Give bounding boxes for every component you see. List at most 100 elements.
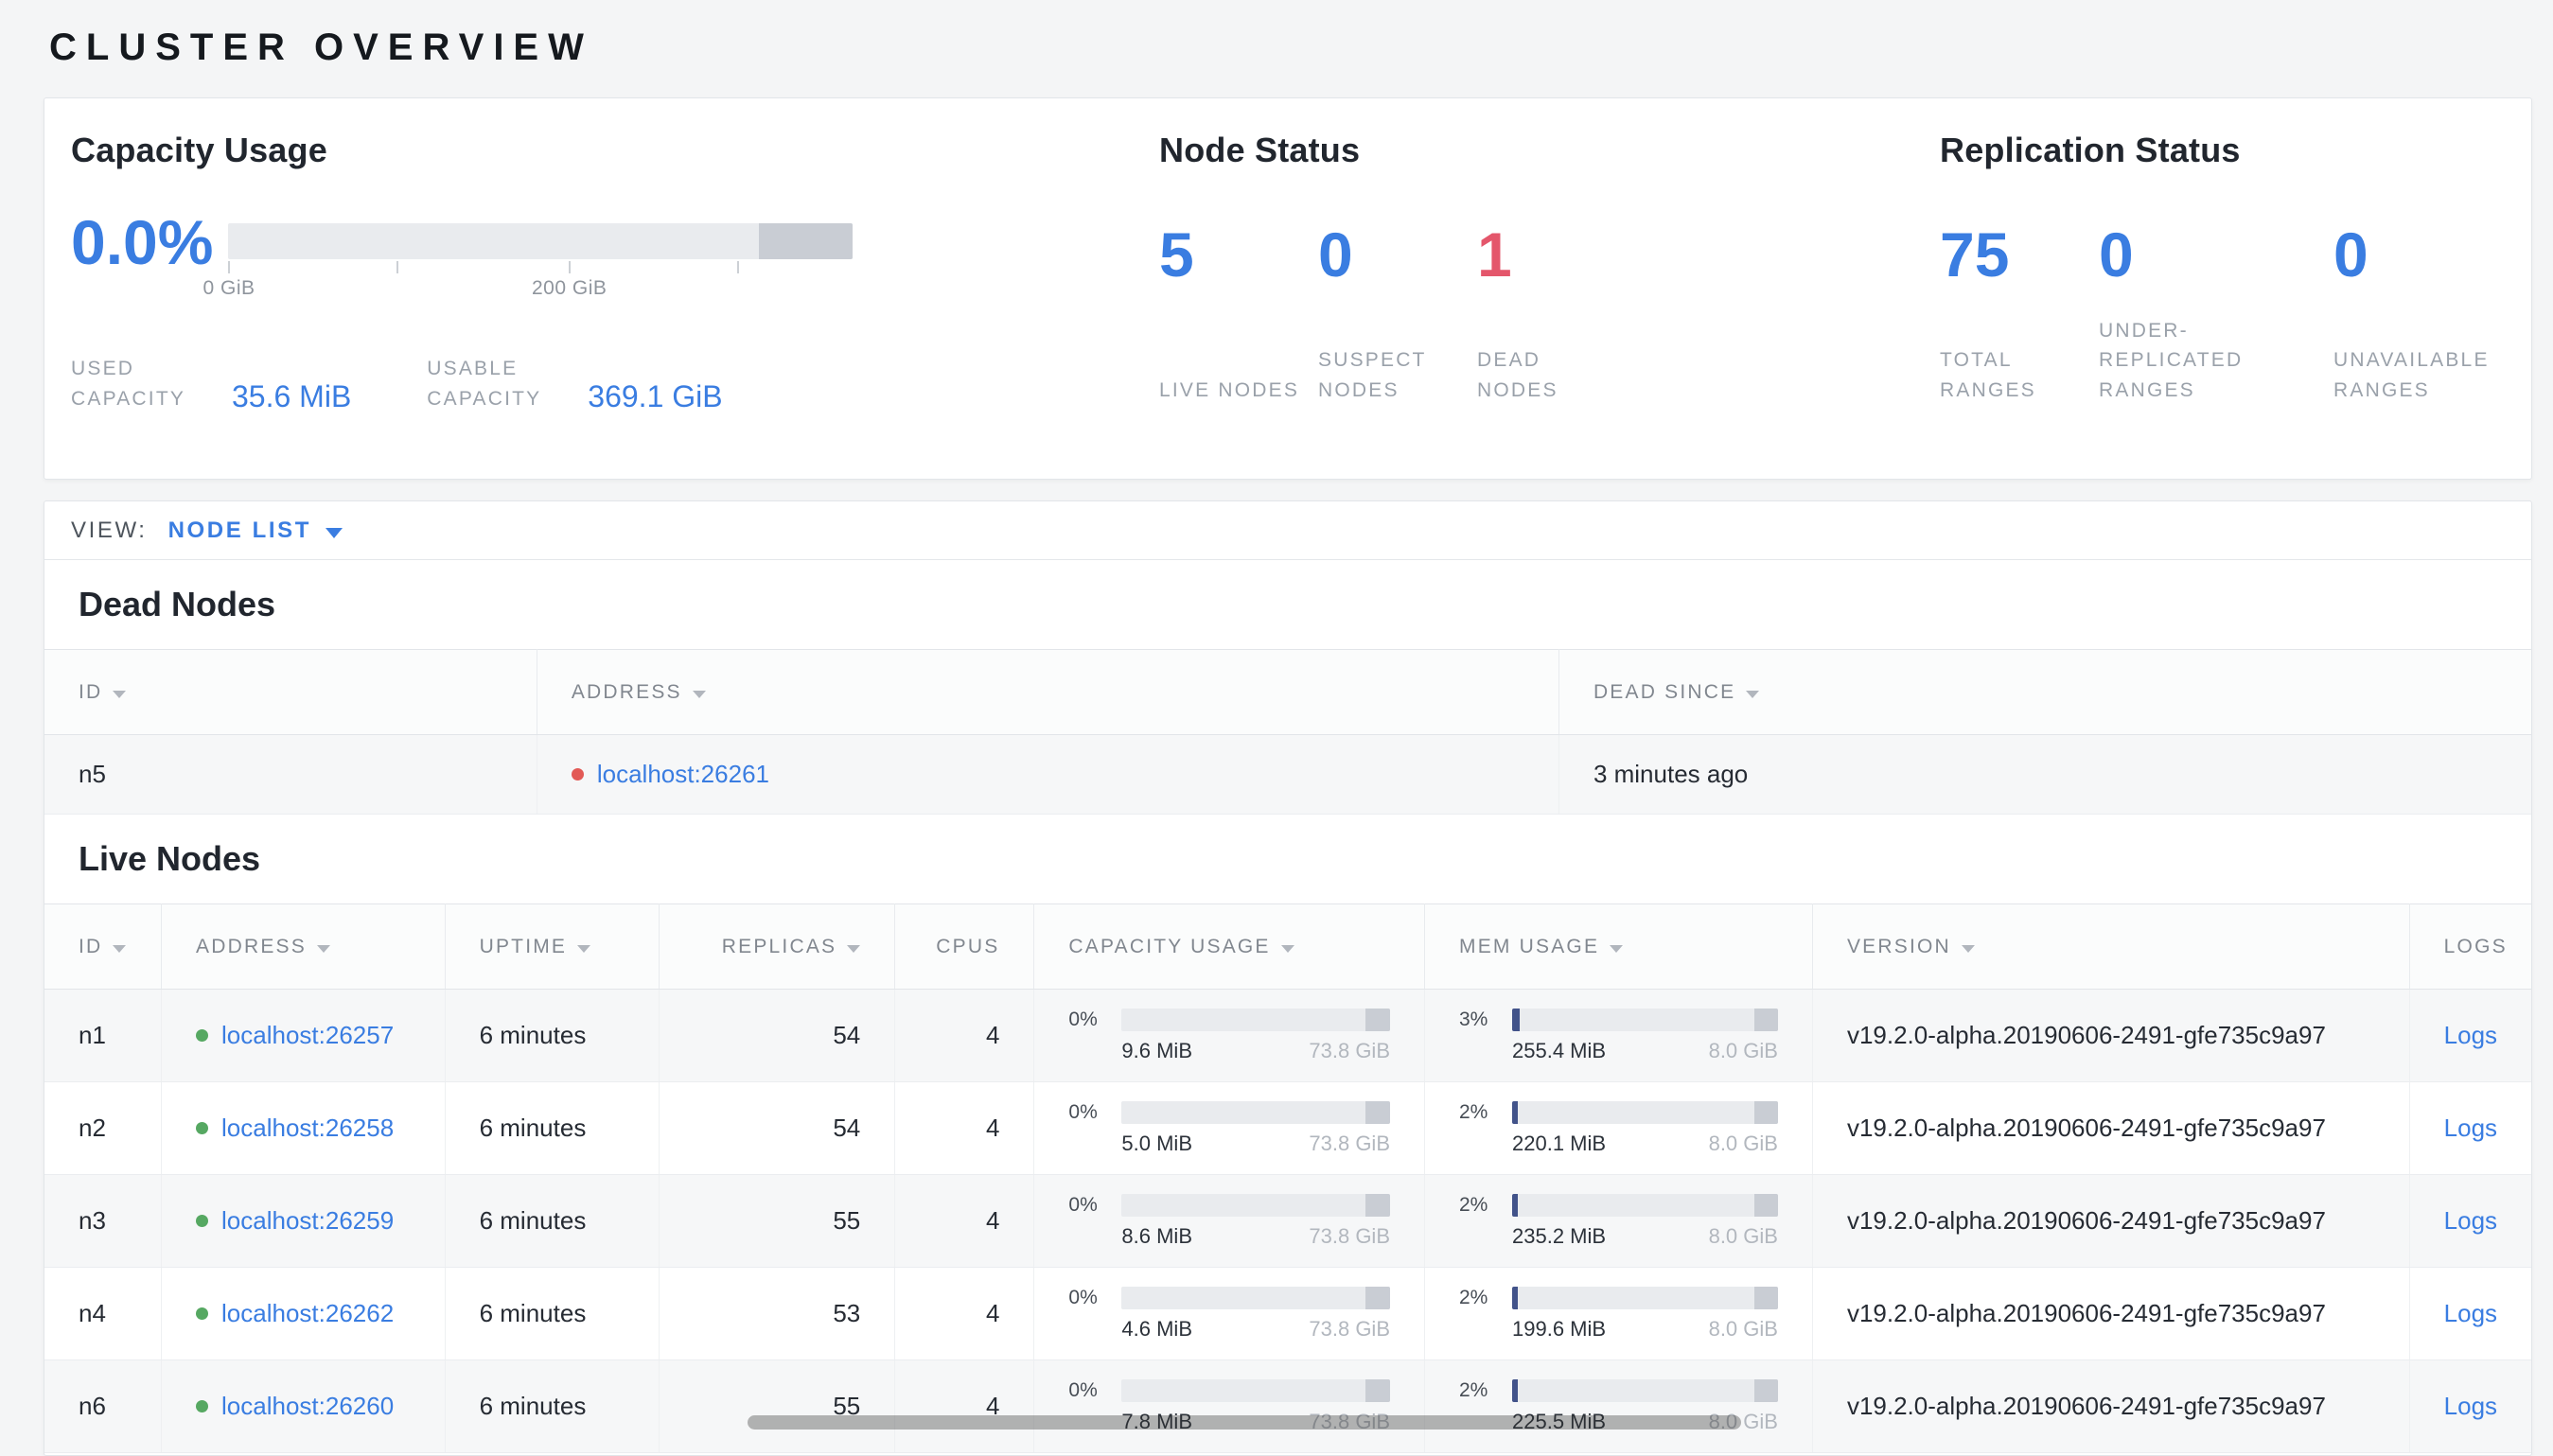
table-row: n2 localhost:26258 6 minutes 54 4 0% 5.0… [44,1081,2531,1175]
capacity-bar [1121,1008,1390,1031]
logs-link[interactable]: Logs [2444,1021,2497,1049]
logs-cell: Logs [2409,1174,2531,1268]
usable-capacity-label: USABLE CAPACITY [427,358,542,410]
mem-used-value: 199.6 MiB [1512,1316,1607,1341]
node-address-link[interactable]: localhost:26259 [221,1206,394,1235]
unavailable-ranges-count: 0 [2333,219,2368,289]
capacity-usage-cell: 0% 8.6 MiB 73.8 GiB [1033,1174,1425,1268]
used-capacity-label: USED CAPACITY [71,358,186,410]
mem-usage-cell: 3% 255.4 MiB 8.0 GiB [1424,989,1813,1082]
mem-total-value: 8.0 GiB [1708,1131,1778,1155]
node-live-status-icon [196,1307,209,1320]
node-address-link[interactable]: localhost:26262 [221,1299,394,1327]
axis-tick: 200 GiB [532,261,607,299]
column-header-replicas[interactable]: REPLICAS [659,903,896,990]
stat-suspect-nodes: 0 SUSPECT NODES [1318,223,1477,405]
horizontal-scrollbar[interactable] [748,1415,1741,1430]
logs-cell: Logs [2409,1267,2531,1360]
node-address-cell: localhost:26260 [161,1360,446,1453]
logs-link[interactable]: Logs [2444,1114,2497,1142]
usable-capacity-value: 369.1 GiB [588,379,723,414]
node-live-status-icon [196,1028,209,1042]
capacity-bar [1121,1286,1390,1309]
capacity-bar-endcap [1365,1100,1390,1124]
mem-bar-fill [1512,1008,1521,1031]
unavailable-ranges-label: UNAVAILABLE RANGES [2333,349,2490,401]
logs-link[interactable]: Logs [2444,1206,2497,1235]
logs-cell: Logs [2409,1081,2531,1175]
node-cpus: 4 [894,989,1035,1082]
sort-icon [316,944,330,953]
logs-link[interactable]: Logs [2444,1299,2497,1327]
node-id: n1 [44,989,163,1082]
capacity-percent-label: 0% [1068,1008,1098,1030]
mem-bar-fill [1512,1100,1518,1124]
node-live-status-icon [196,1399,209,1412]
capacity-used-value: 5.0 MiB [1121,1131,1192,1155]
node-live-status-icon [196,1214,209,1227]
node-id: n3 [44,1174,163,1268]
node-version: v19.2.0-alpha.20190606-2491-gfe735c9a97 [1812,1081,2410,1175]
capacity-used-value: 8.6 MiB [1121,1223,1192,1248]
capacity-bar [1121,1378,1390,1402]
capacity-bar-endcap [1365,1008,1390,1031]
sort-icon [577,944,591,953]
mem-bar-fill [1512,1193,1518,1217]
column-header-id[interactable]: ID [44,903,163,990]
capacity-bar-axis: 0 GiB 200 GiB [202,259,853,305]
node-address-link[interactable]: localhost:26260 [221,1392,394,1420]
mem-total-value: 8.0 GiB [1708,1223,1778,1248]
node-address-link[interactable]: localhost:26257 [221,1021,394,1049]
node-uptime: 6 minutes [445,1174,660,1268]
cluster-overview-page: CLUSTER OVERVIEW Capacity Usage 0.0% 0 G… [0,0,2553,1456]
node-address-link[interactable]: localhost:26261 [597,760,769,788]
node-address-link[interactable]: localhost:26258 [221,1114,394,1142]
dead-nodes-heading: Dead Nodes [79,585,276,623]
live-nodes-table: ID ADDRESS UPTIME REPLICAS CPUS CAPACITY… [44,903,2531,1453]
logs-link[interactable]: Logs [2444,1392,2497,1420]
sort-icon [1961,944,1975,953]
mem-total-value: 8.0 GiB [1708,1316,1778,1341]
capacity-usage-cell: 0% 9.6 MiB 73.8 GiB [1033,989,1425,1082]
column-header-address[interactable]: ADDRESS [537,649,1559,735]
column-header-dead-since[interactable]: DEAD SINCE [1558,649,2531,735]
capacity-percent-label: 0% [1068,1378,1098,1401]
sort-icon [847,944,861,953]
sort-icon [113,690,127,698]
view-dropdown[interactable]: NODE LIST [168,517,343,544]
capacity-percent-label: 0% [1068,1193,1098,1216]
suspect-nodes-label: SUSPECT NODES [1318,349,1427,401]
capacity-usage-bar [228,223,853,259]
stat-live-nodes: 5 LIVE NODES [1159,223,1318,405]
capacity-usage-heading: Capacity Usage [71,131,327,169]
capacity-total-value: 73.8 GiB [1309,1038,1390,1062]
table-row: n1 localhost:26257 6 minutes 54 4 0% 9.6… [44,989,2531,1082]
live-nodes-label: LIVE NODES [1159,378,1300,401]
under-replicated-ranges-count: 0 [2099,219,2134,289]
logs-cell: Logs [2409,989,2531,1082]
column-header-version[interactable]: VERSION [1812,903,2410,990]
column-header-capacity-usage[interactable]: CAPACITY USAGE [1033,903,1425,990]
column-header-uptime[interactable]: UPTIME [445,903,660,990]
replication-status-section: Replication Status 75 TOTAL RANGES 0 UND… [1940,131,2503,479]
mem-bar-endcap [1753,1286,1778,1309]
table-header-row: ID ADDRESS DEAD SINCE [44,649,2531,735]
sort-icon [1746,690,1760,698]
column-header-address[interactable]: ADDRESS [161,903,446,990]
capacity-total-value: 73.8 GiB [1309,1131,1390,1155]
live-nodes-count: 5 [1159,219,1194,289]
node-replicas: 55 [659,1360,896,1453]
column-header-logs: LOGS [2409,903,2531,990]
node-replicas: 53 [659,1267,896,1360]
capacity-usage-cell: 0% 4.6 MiB 73.8 GiB [1033,1267,1425,1360]
column-header-id[interactable]: ID [44,649,537,735]
table-header-row: ID ADDRESS UPTIME REPLICAS CPUS CAPACITY… [44,903,2531,990]
stat-total-ranges: 75 TOTAL RANGES [1940,223,2099,405]
table-row: n5 localhost:26261 3 minutes ago [44,734,2531,815]
sort-icon [1610,944,1624,953]
node-id: n5 [44,734,537,815]
column-header-mem-usage[interactable]: MEM USAGE [1424,903,1813,990]
node-uptime: 6 minutes [445,1360,660,1453]
dead-nodes-label: DEAD NODES [1477,349,1558,401]
node-address-cell: localhost:26261 [537,734,1559,815]
